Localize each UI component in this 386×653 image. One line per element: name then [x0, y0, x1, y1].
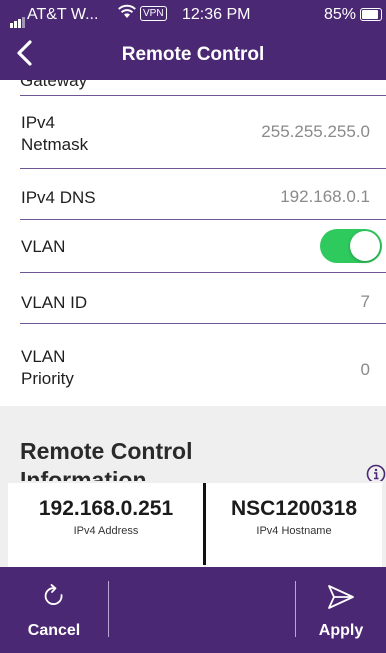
- vlan-row: VLAN: [0, 220, 386, 272]
- vlan-label: VLAN: [21, 237, 66, 256]
- netmask-value: 255.255.255.0: [261, 122, 370, 141]
- address-panel: 192.168.0.251 IPv4 Address NSC1200318 IP…: [0, 481, 386, 567]
- carrier-name: AT&T W...: [27, 6, 99, 23]
- ipv4-address-label: IPv4 Address: [73, 525, 139, 537]
- gateway-row-clipped: Gateway: [0, 80, 386, 96]
- gateway-label: Gateway: [20, 80, 88, 90]
- apply-button[interactable]: Apply: [296, 567, 386, 653]
- info-section: Remote Control Information: [0, 406, 386, 493]
- status-bar: AT&T W... VPN 12:36 PM 85%: [0, 0, 386, 30]
- ipv4-hostname-label: IPv4 Hostname: [256, 525, 332, 537]
- ipv4-hostname-card: NSC1200318 IPv4 Hostname: [206, 483, 382, 567]
- battery-icon: [360, 8, 382, 21]
- toggle-knob: [350, 231, 380, 261]
- vlan-priority-value: 0: [360, 360, 370, 379]
- footer-toolbar: Cancel Apply: [0, 567, 386, 653]
- vlan-priority-label: VLAN Priority: [21, 347, 74, 388]
- dns-value: 192.168.0.1: [280, 187, 370, 206]
- ipv4-address-value: 192.168.0.251: [38, 497, 174, 520]
- netmask-row[interactable]: IPv4 Netmask 255.255.255.0: [0, 96, 386, 168]
- status-time: 12:36 PM: [182, 6, 251, 23]
- netmask-label: IPv4 Netmask: [21, 113, 89, 154]
- signal-icon: [10, 10, 26, 28]
- page-title: Remote Control: [121, 44, 265, 65]
- dns-row[interactable]: IPv4 DNS 192.168.0.1: [0, 169, 386, 219]
- battery-percent: 85%: [324, 6, 357, 23]
- cancel-button[interactable]: Cancel: [0, 567, 108, 653]
- ipv4-address-card: 192.168.0.251 IPv4 Address: [8, 483, 204, 567]
- vlan-toggle[interactable]: [320, 229, 382, 263]
- send-icon: [328, 585, 354, 609]
- dns-label: IPv4 DNS: [21, 188, 96, 207]
- cancel-label: Cancel: [27, 622, 81, 639]
- nav-bar: Remote Control: [0, 30, 386, 80]
- vlan-priority-row[interactable]: VLAN Priority 0: [0, 324, 386, 406]
- refresh-icon: [44, 584, 63, 605]
- vlan-id-row[interactable]: VLAN ID 7: [0, 273, 386, 323]
- apply-label: Apply: [318, 622, 364, 639]
- vlan-id-label: VLAN ID: [21, 293, 88, 312]
- footer-divider: [108, 581, 109, 637]
- ipv4-hostname-value: NSC1200318: [230, 497, 358, 520]
- vpn-badge: VPN: [140, 6, 167, 21]
- vlan-id-value: 7: [360, 292, 370, 311]
- wifi-icon: [117, 4, 137, 25]
